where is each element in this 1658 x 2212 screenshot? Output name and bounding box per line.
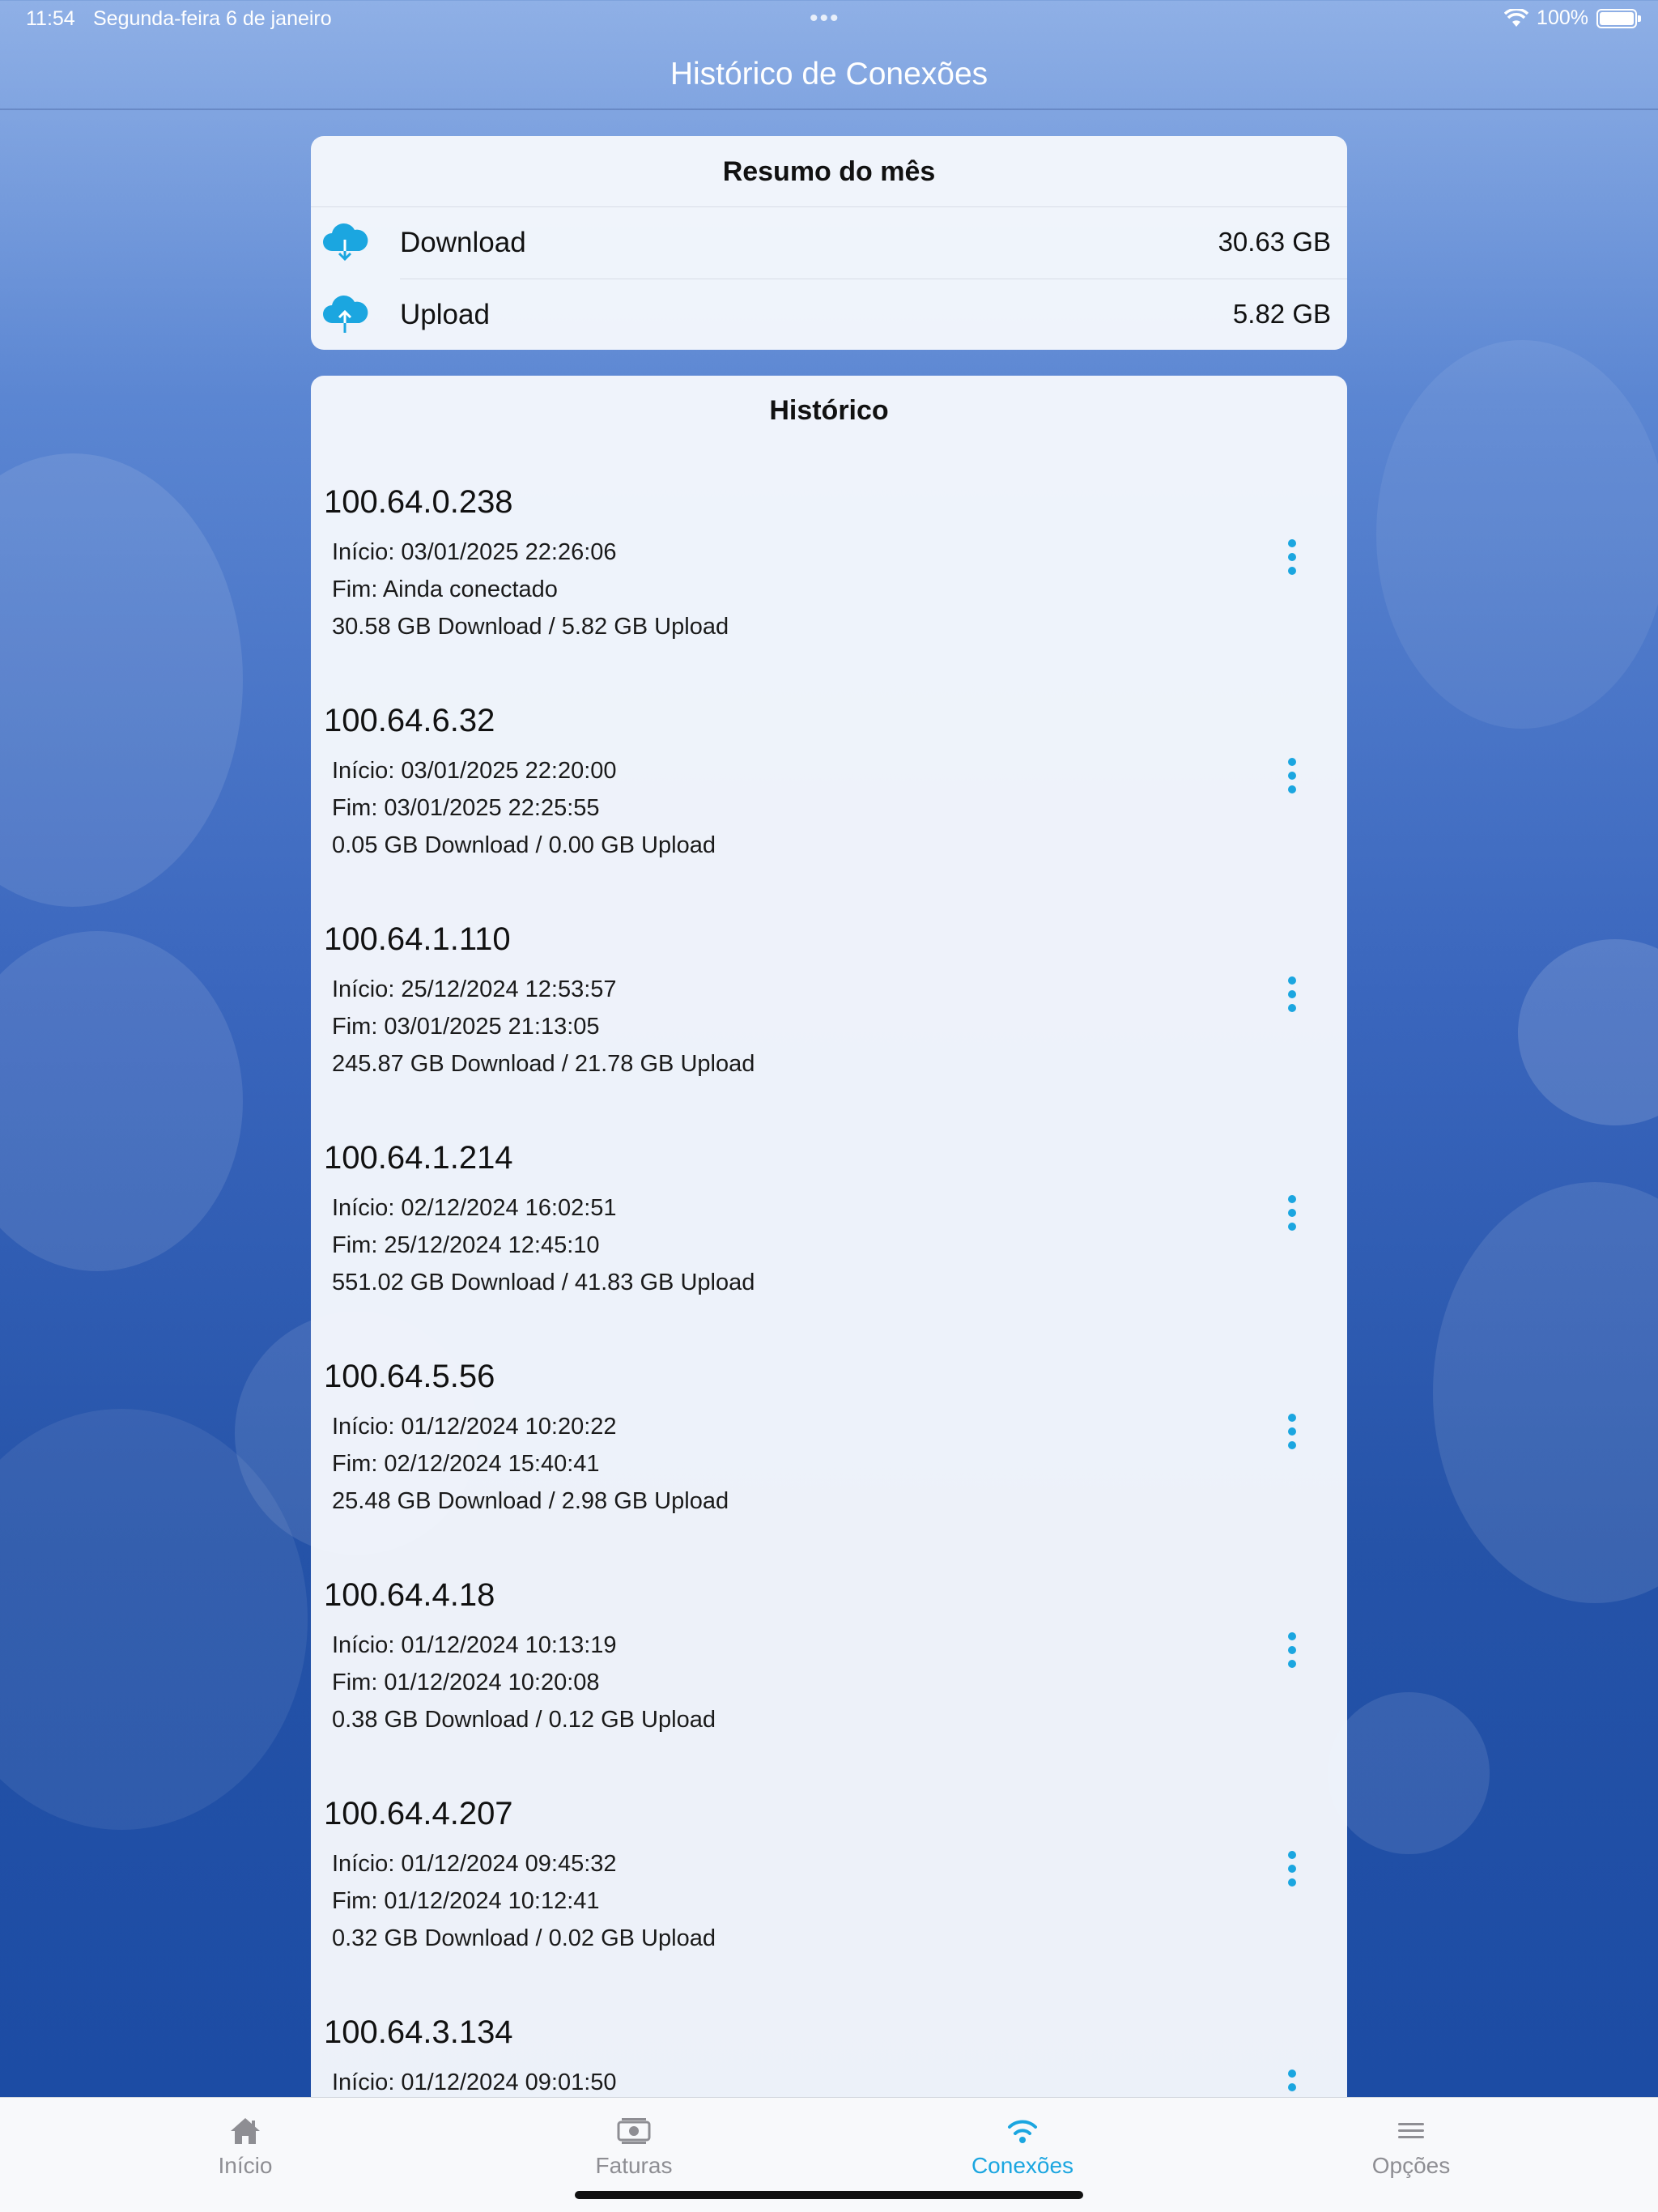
summary-download-label: Download xyxy=(400,227,526,258)
connection-usage: 0.38 GB Download / 0.12 GB Upload xyxy=(332,1707,716,1733)
tab-label: Conexões xyxy=(971,2153,1074,2178)
connection-ip: 100.64.4.18 xyxy=(324,1577,495,1613)
status-time: 11:54 xyxy=(26,7,75,30)
list-item: 100.64.0.238 Início: 03/01/2025 22:26:06… xyxy=(324,484,1334,703)
connection-end: Fim: 01/12/2024 10:12:41 xyxy=(332,1888,600,1914)
connection-end: Fim: 03/01/2025 21:13:05 xyxy=(332,1014,600,1040)
battery-percent: 100% xyxy=(1537,6,1588,29)
wifi-icon xyxy=(1008,2120,1037,2143)
tab-faturas[interactable]: Faturas xyxy=(537,2112,731,2179)
more-options-icon[interactable] xyxy=(1286,1414,1299,1454)
tab-label: Início xyxy=(218,2153,273,2178)
cloud-upload-icon xyxy=(323,295,368,333)
connection-usage: 0.32 GB Download / 0.02 GB Upload xyxy=(332,1925,716,1951)
more-options-icon[interactable] xyxy=(1286,1851,1299,1891)
connection-usage: 0.05 GB Download / 0.00 GB Upload xyxy=(332,832,716,858)
wifi-signal-icon xyxy=(1504,8,1529,27)
tab-label: Faturas xyxy=(595,2153,673,2178)
history-card: Histórico 100.64.0.238 Início: 03/01/202… xyxy=(311,376,1347,2108)
battery-icon xyxy=(1596,8,1641,28)
connection-start: Início: 03/01/2025 22:26:06 xyxy=(332,539,617,565)
connection-ip: 100.64.4.207 xyxy=(324,1796,513,1831)
more-options-icon[interactable] xyxy=(1286,758,1299,798)
summary-download-value: 30.63 GB xyxy=(1218,227,1331,257)
cloud-download-icon xyxy=(323,223,368,262)
summary-row-download: Download 30.63 GB xyxy=(311,207,1347,279)
tab-conexoes[interactable]: Conexões xyxy=(925,2112,1120,2179)
summary-row-upload: Upload 5.82 GB xyxy=(323,279,1347,350)
more-options-icon[interactable] xyxy=(1286,1195,1299,1236)
connection-usage: 245.87 GB Download / 21.78 GB Upload xyxy=(332,1051,755,1077)
connection-end: Fim: 02/12/2024 15:40:41 xyxy=(332,1451,600,1477)
list-item: 100.64.6.32 Início: 03/01/2025 22:20:00 … xyxy=(324,703,1334,921)
list-item: 100.64.1.110 Início: 25/12/2024 12:53:57… xyxy=(324,921,1334,1140)
connection-end: Fim: 01/12/2024 10:20:08 xyxy=(332,1670,600,1695)
connection-start: Início: 03/01/2025 22:20:00 xyxy=(332,758,617,784)
connection-end: Fim: 25/12/2024 12:45:10 xyxy=(332,1232,600,1258)
summary-upload-label: Upload xyxy=(400,299,490,330)
tab-opcoes[interactable]: Opções xyxy=(1314,2112,1508,2179)
connection-usage: 25.48 GB Download / 2.98 GB Upload xyxy=(332,1488,729,1514)
house-icon xyxy=(231,2118,260,2144)
connection-usage: 30.58 GB Download / 5.82 GB Upload xyxy=(332,614,729,640)
monthly-summary-card: Resumo do mês Download 30.63 GB Upload 5… xyxy=(311,136,1347,350)
list-item: 100.64.3.134 Início: 01/12/2024 09:01:50 xyxy=(324,2014,1334,2108)
tab-label: Opções xyxy=(1371,2153,1451,2178)
connection-ip: 100.64.0.238 xyxy=(324,484,513,520)
page-title: Histórico de Conexões xyxy=(670,57,988,91)
connection-end: Fim: Ainda conectado xyxy=(332,576,558,602)
connection-ip: 100.64.3.134 xyxy=(324,2014,513,2050)
connection-start: Início: 01/12/2024 09:45:32 xyxy=(332,1851,617,1877)
status-bar: 11:54 Segunda-feira 6 de janeiro ••• 100… xyxy=(0,0,1658,39)
summary-upload-value: 5.82 GB xyxy=(1232,299,1331,329)
connection-start: Início: 25/12/2024 12:53:57 xyxy=(332,976,617,1002)
connection-ip: 100.64.6.32 xyxy=(324,703,495,738)
status-date: Segunda-feira 6 de janeiro xyxy=(93,7,332,30)
status-indicators: 100% xyxy=(1504,6,1641,30)
money-icon xyxy=(617,2118,651,2144)
more-options-icon[interactable] xyxy=(1286,976,1299,1017)
more-options-icon[interactable] xyxy=(1286,539,1299,580)
list-item: 100.64.1.214 Início: 02/12/2024 16:02:51… xyxy=(324,1140,1334,1359)
connection-start: Início: 01/12/2024 10:20:22 xyxy=(332,1414,617,1440)
home-indicator[interactable] xyxy=(575,2191,1083,2199)
summary-title: Resumo do mês xyxy=(311,136,1347,207)
more-options-icon[interactable] xyxy=(1286,1632,1299,1673)
multitasking-dots-icon[interactable]: ••• xyxy=(810,5,840,32)
list-item: 100.64.4.18 Início: 01/12/2024 10:13:19 … xyxy=(324,1577,1334,1796)
connection-ip: 100.64.5.56 xyxy=(324,1359,495,1394)
connection-end: Fim: 03/01/2025 22:25:55 xyxy=(332,795,600,821)
navigation-bar: Histórico de Conexões xyxy=(0,39,1658,110)
history-title: Histórico xyxy=(769,395,889,426)
connection-start: Início: 01/12/2024 09:01:50 xyxy=(332,2069,617,2095)
connection-start: Início: 02/12/2024 16:02:51 xyxy=(332,1195,617,1221)
connection-start: Início: 01/12/2024 10:13:19 xyxy=(332,1632,617,1658)
list-item: 100.64.4.207 Início: 01/12/2024 09:45:32… xyxy=(324,1796,1334,2014)
menu-icon xyxy=(1398,2123,1424,2138)
connection-ip: 100.64.1.110 xyxy=(324,921,511,957)
connection-ip: 100.64.1.214 xyxy=(324,1140,513,1176)
connection-usage: 551.02 GB Download / 41.83 GB Upload xyxy=(332,1270,755,1295)
tab-inicio[interactable]: Início xyxy=(148,2112,342,2179)
list-item: 100.64.5.56 Início: 01/12/2024 10:20:22 … xyxy=(324,1359,1334,1577)
